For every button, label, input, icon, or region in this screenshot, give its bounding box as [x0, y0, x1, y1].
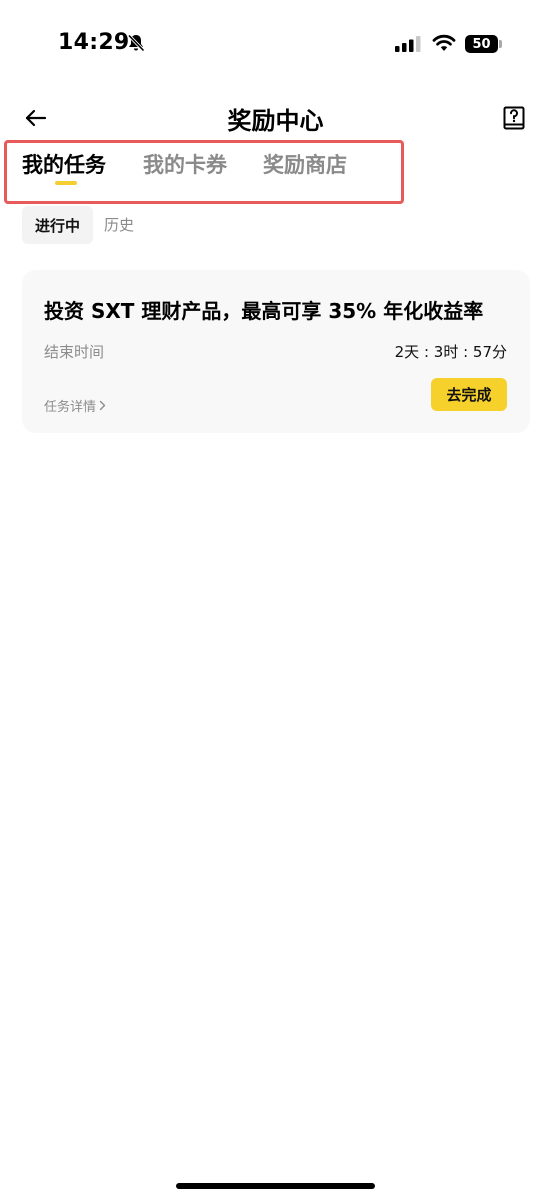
- bell-muted-icon: [127, 34, 145, 52]
- battery-icon: 50: [465, 35, 498, 53]
- task-detail-link[interactable]: 任务详情: [44, 396, 106, 415]
- task-detail-label: 任务详情: [44, 400, 97, 415]
- wifi-icon: [432, 34, 456, 51]
- home-indicator[interactable]: [176, 1183, 375, 1189]
- tab-my-tasks[interactable]: 我的任务: [22, 149, 106, 179]
- rules-book-icon[interactable]: [503, 106, 525, 130]
- tab-my-coupons[interactable]: 我的卡券: [143, 149, 227, 179]
- subtab-history[interactable]: 历史: [104, 214, 134, 235]
- page-title: 奖励中心: [227, 107, 324, 135]
- subtab-in-progress[interactable]: 进行中: [22, 206, 93, 244]
- signal-icon: [395, 36, 421, 52]
- tab-reward-store[interactable]: 奖励商店: [263, 149, 347, 179]
- chevron-right-icon: [99, 400, 106, 411]
- task-title: 投资 SXT 理财产品，最高可享 35% 年化收益率: [44, 299, 484, 323]
- complete-task-button[interactable]: 去完成: [431, 378, 507, 411]
- battery-tip: [499, 40, 502, 48]
- status-time: 14:29: [58, 30, 130, 55]
- end-time-label: 结束时间: [44, 343, 105, 361]
- active-tab-indicator: [55, 181, 77, 185]
- countdown-value: 2天 : 3时 : 57分: [394, 343, 507, 361]
